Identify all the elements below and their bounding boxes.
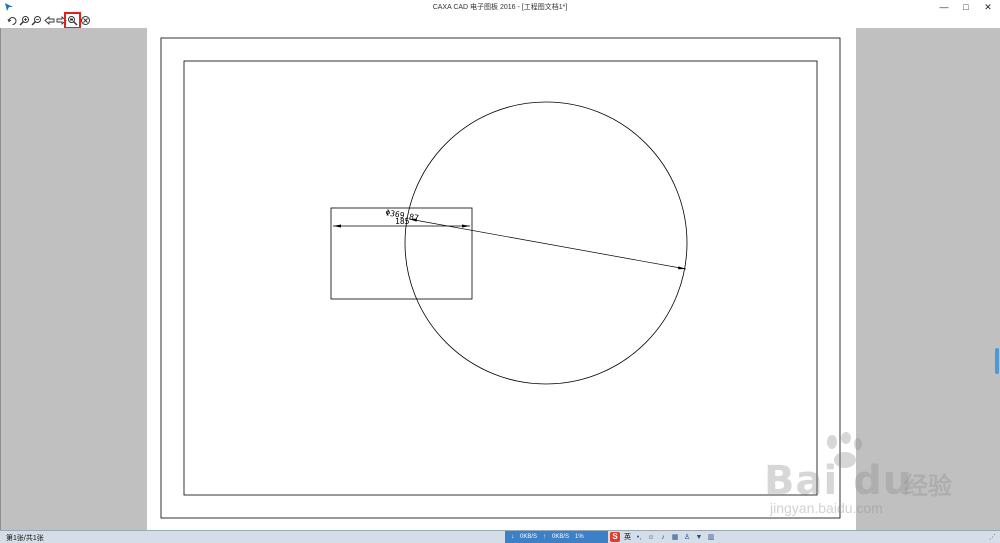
ime-toolbar[interactable]: S 英 •, ☺ ♪ ▦ ♙ ▼ ▥ <box>610 531 715 543</box>
outer-border <box>160 37 841 519</box>
status-bar: 第1张/共1张 ↓ 0KB/S ↑ 0KB/S 1% S 英 •, ☺ ♪ ▦ … <box>0 530 1000 543</box>
linear-arrow-left <box>333 224 341 228</box>
upload-arrow-icon: ↑ <box>543 534 547 540</box>
title-bar: CAXA CAD 电子图板 2016 - [工程图文档1*] — □ ✕ <box>0 0 1000 14</box>
diameter-dimension-line <box>408 218 687 270</box>
previous-view-icon[interactable] <box>44 15 55 26</box>
resize-grip-icon[interactable]: ⋰ <box>989 533 996 541</box>
inner-frame <box>183 60 818 496</box>
linear-arrow-right <box>462 224 470 228</box>
zoom-out-icon[interactable] <box>31 15 42 26</box>
watermark-logo: Bai du <box>764 458 913 504</box>
microphone-icon[interactable]: ♪ <box>659 533 667 541</box>
close-preview-icon[interactable] <box>80 15 91 26</box>
vertical-scrollbar-thumb[interactable] <box>995 348 999 374</box>
cad-drawing: 185 Φ369.87 <box>160 37 841 519</box>
baidu-watermark: Bai du 经验 jingyan.baidu.com <box>764 432 969 522</box>
net-down: 0KB/S <box>520 534 538 540</box>
keyboard-icon[interactable]: ▦ <box>671 533 679 541</box>
sogou-logo-icon[interactable]: S <box>610 532 620 542</box>
circle <box>404 101 688 385</box>
zoom-in-icon[interactable] <box>19 15 30 26</box>
emoji-icon[interactable]: ☺ <box>647 533 655 541</box>
next-view-icon[interactable] <box>56 15 67 26</box>
preview-toolbar <box>0 12 1000 29</box>
close-button[interactable]: ✕ <box>982 1 994 13</box>
watermark-url: jingyan.baidu.com <box>770 500 883 516</box>
print-preview-zoom-icon[interactable] <box>64 12 81 29</box>
toolbox-icon[interactable]: ▥ <box>707 533 715 541</box>
pan-icon[interactable] <box>7 15 18 26</box>
ime-language[interactable]: 英 <box>624 532 631 542</box>
minimize-button[interactable]: — <box>938 1 950 13</box>
network-monitor[interactable]: ↓ 0KB/S ↑ 0KB/S 1% <box>505 531 608 543</box>
maximize-button[interactable]: □ <box>960 1 972 13</box>
user-icon[interactable]: ♙ <box>683 533 691 541</box>
cpu-usage: 1% <box>575 534 584 540</box>
skin-icon[interactable]: ▼ <box>695 533 703 541</box>
download-arrow-icon: ↓ <box>511 534 514 540</box>
window-title: CAXA CAD 电子图板 2016 - [工程图文档1*] <box>432 4 568 11</box>
paper-sheet: 185 Φ369.87 <box>147 28 856 530</box>
net-up: 0KB/S <box>552 534 570 540</box>
punctuation-icon[interactable]: •, <box>635 533 643 541</box>
watermark-cn: 经验 <box>904 473 952 500</box>
